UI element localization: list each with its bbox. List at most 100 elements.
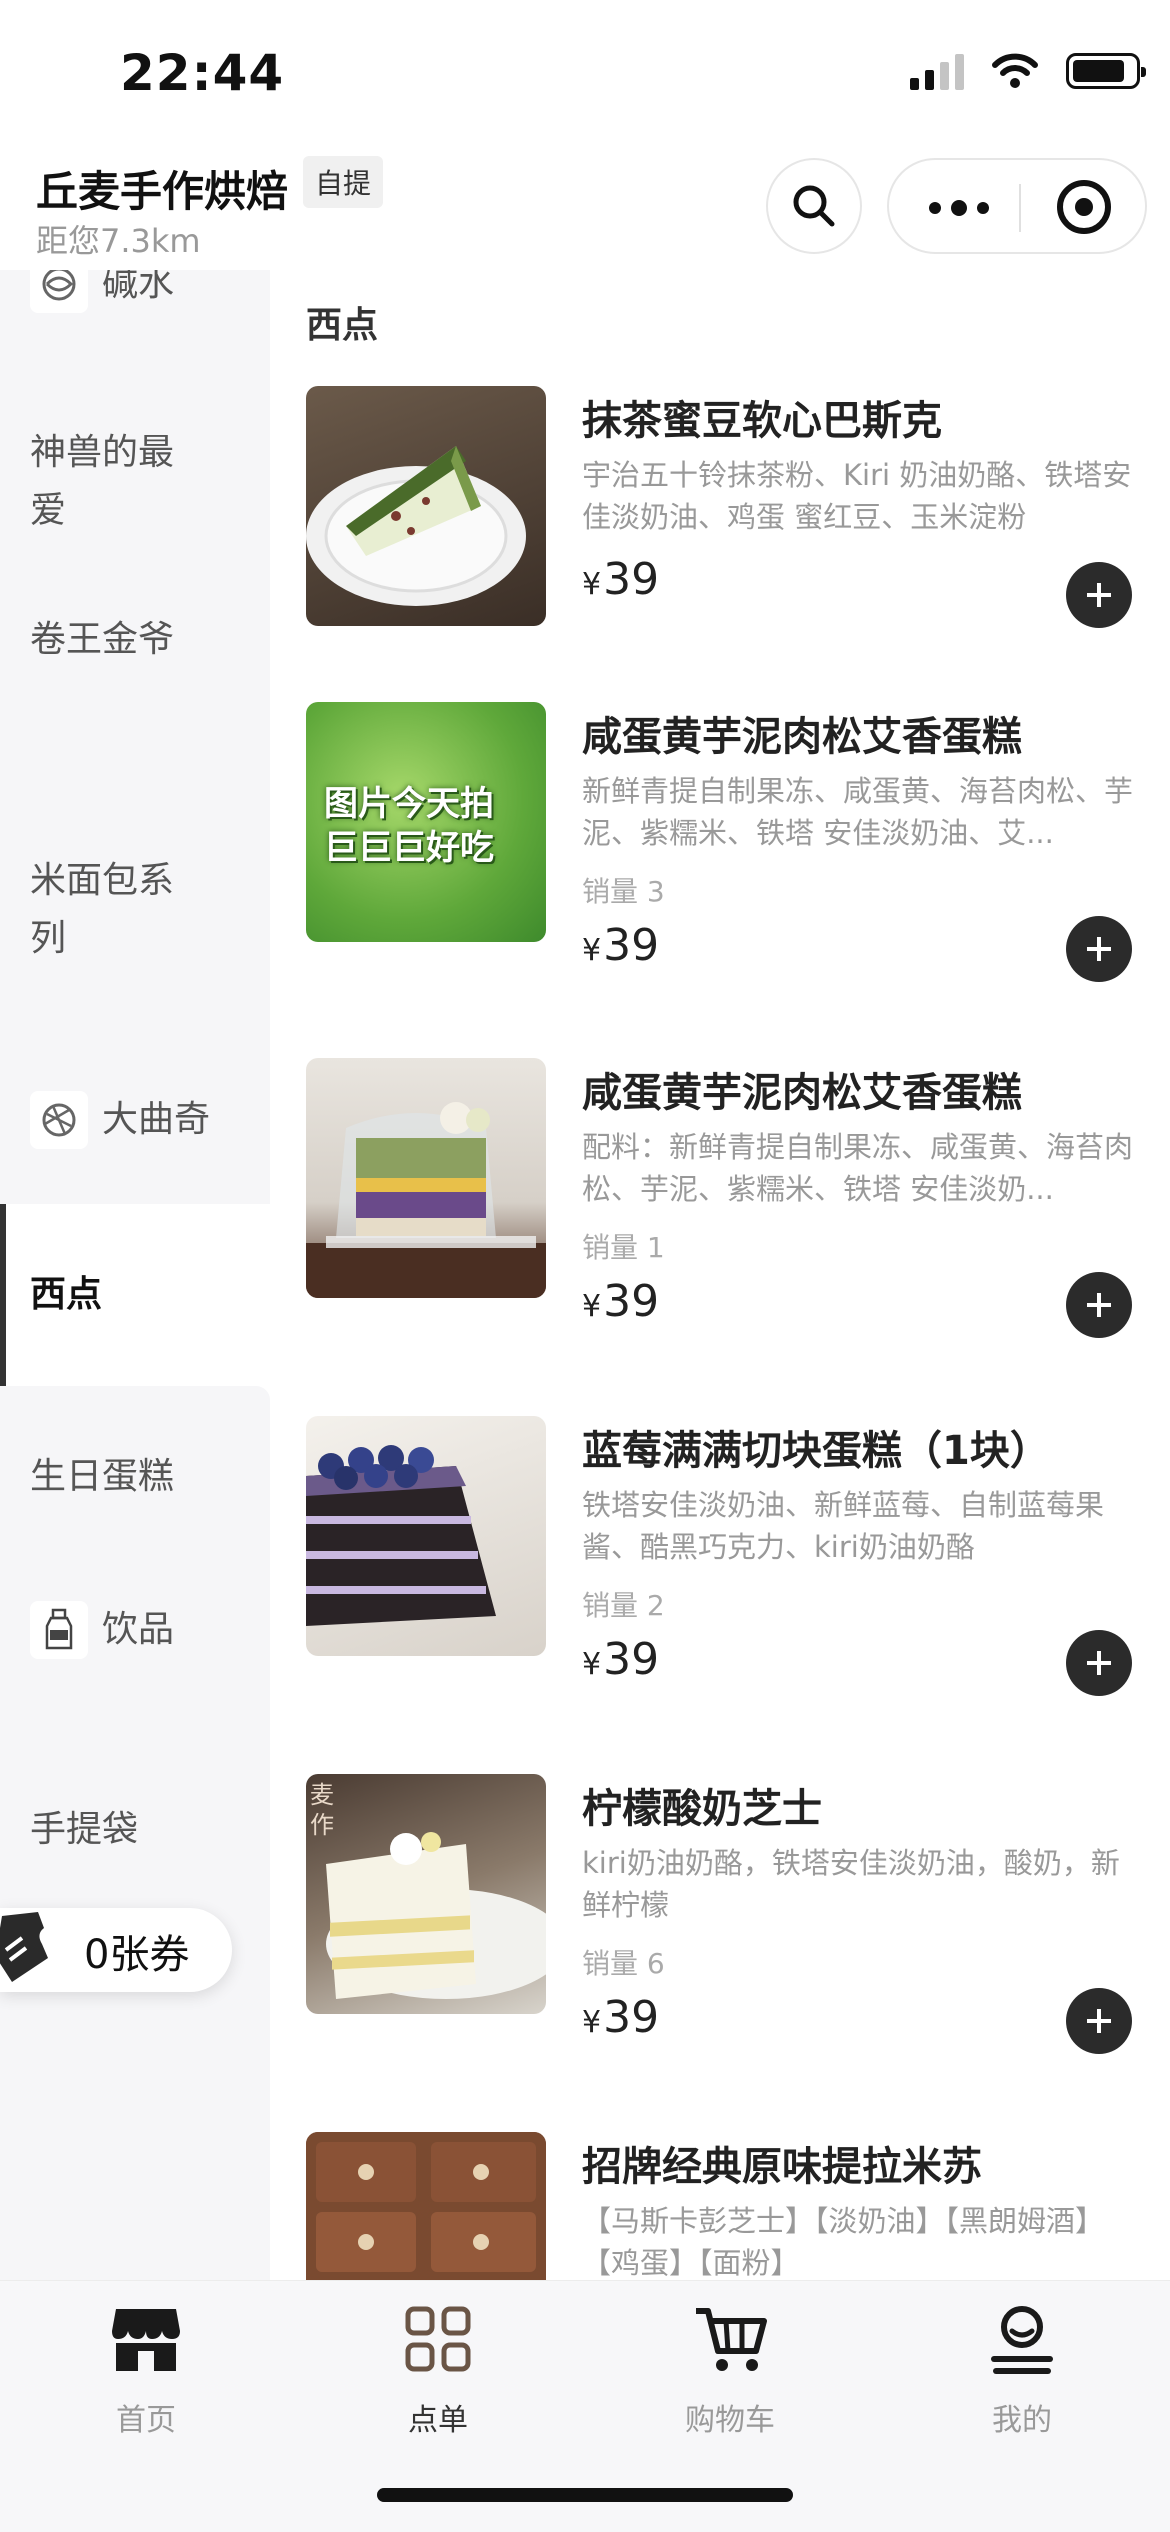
product-card[interactable]: 咸蛋黄芋泥肉松艾香蛋糕 配料：新鲜青提自制果冻、咸蛋黄、海苔肉松、芋泥、紫糯米、…	[306, 1058, 1146, 1358]
product-image-promo: 图片今天拍 巨巨巨好吃	[306, 702, 546, 942]
sidebar-item-label: 生日蛋糕	[30, 1456, 175, 1497]
product-name: 咸蛋黄芋泥肉松艾香蛋糕	[582, 714, 1022, 760]
product-list: 西点 抹茶蜜豆软心巴斯克 宇治五十铃抹茶粉、Kiri 奶油奶酪、铁塔安佳淡奶油、…	[270, 270, 1170, 2280]
product-price: ¥39	[582, 1276, 660, 1327]
tab-cart[interactable]: 购物车	[584, 2299, 876, 2439]
sidebar-item-bag[interactable]: 手提袋	[0, 1790, 270, 1870]
product-description: kiri奶油奶酪，铁塔安佳淡奶油，酸奶，新鲜柠檬	[582, 1846, 1120, 1922]
add-to-cart-button[interactable]	[1066, 1988, 1132, 2054]
product-card[interactable]: 蓝莓满满切块蛋糕（1块） 铁塔安佳淡奶油、新鲜蓝莓、自制蓝莓果酱、酷黑巧克力、k…	[306, 1416, 1146, 1716]
product-name: 招牌经典原味提拉米苏	[582, 2144, 982, 2190]
more-icon[interactable]	[929, 200, 989, 216]
product-image-lemon-cheese: 麦作	[306, 1774, 546, 2014]
coupon-button[interactable]: 0张券	[0, 1908, 232, 1992]
status-time: 22:44	[120, 44, 285, 102]
product-sales: 销量 2	[582, 1589, 665, 1622]
store-distance: 距您7.3km	[36, 222, 201, 260]
battery-level	[1073, 60, 1124, 82]
product-image-matcha-basque	[306, 386, 546, 626]
product-card[interactable]: 麦作 柠檬酸奶芝士 kiri奶油奶酪，铁塔安佳淡奶油，酸奶，新鲜柠檬 销量 6 …	[306, 1774, 1146, 2074]
product-price: ¥39	[582, 920, 660, 971]
sidebar-item-label: 饮品	[102, 1609, 175, 1650]
home-indicator	[377, 2488, 793, 2502]
image-caption: 图片今天拍 巨巨巨好吃	[324, 784, 494, 868]
add-to-cart-button[interactable]	[1066, 562, 1132, 628]
sidebar-item-label: 米面包系列	[30, 860, 175, 959]
coupon-count: 0张券	[84, 1932, 190, 1978]
plus-icon	[1087, 2009, 1111, 2033]
sidebar-item-label: 卷王金爷	[30, 619, 175, 660]
plus-icon	[1087, 1293, 1111, 1317]
product-description: 宇治五十铃抹茶粉、Kiri 奶油奶酪、铁塔安佳淡奶油、鸡蛋 蜜红豆、玉米淀粉	[582, 458, 1132, 534]
plus-icon	[1087, 937, 1111, 961]
section-title: 西点	[306, 305, 379, 346]
product-name: 蓝莓满满切块蛋糕（1块）	[582, 1428, 1050, 1474]
search-icon	[793, 185, 835, 227]
product-description: 配料：新鲜青提自制果冻、咸蛋黄、海苔肉松、芋泥、紫糯米、铁塔 安佳淡奶...	[582, 1130, 1134, 1206]
product-name: 柠檬酸奶芝士	[582, 1786, 822, 1832]
search-button[interactable]	[766, 158, 862, 254]
wifi-icon	[992, 53, 1038, 88]
product-image-salted-yolk-cake	[306, 1058, 546, 1298]
cookie-icon	[30, 1091, 88, 1149]
bottle-icon	[30, 1601, 88, 1659]
product-name: 抹茶蜜豆软心巴斯克	[582, 398, 942, 444]
product-card[interactable]: 图片今天拍 巨巨巨好吃 咸蛋黄芋泥肉松艾香蛋糕 新鲜青提自制果冻、咸蛋黄、海苔肉…	[306, 702, 1146, 1002]
add-to-cart-button[interactable]	[1066, 1272, 1132, 1338]
product-card[interactable]: 抹茶蜜豆软心巴斯克 宇治五十铃抹茶粉、Kiri 奶油奶酪、铁塔安佳淡奶油、鸡蛋 …	[306, 386, 1146, 686]
sidebar-item-roll[interactable]: 卷王金爷	[0, 600, 270, 680]
sidebar-item-label: 神兽的最爱	[30, 432, 175, 531]
product-sales: 销量 6	[582, 1947, 665, 1980]
store-header: 丘麦手作烘焙 自提 距您7.3km	[0, 150, 1170, 270]
product-price: ¥39	[582, 1992, 660, 2043]
sidebar-item-birthday-cake[interactable]: 生日蛋糕	[0, 1386, 270, 1568]
product-price: ¥39	[582, 1634, 660, 1685]
sidebar-item-drinks[interactable]: 饮品	[0, 1580, 270, 1680]
product-image-tiramisu	[306, 2132, 546, 2280]
tab-order[interactable]: 点单	[292, 2299, 584, 2439]
pickup-badge[interactable]: 自提	[303, 156, 384, 208]
sidebar-item-label: 大曲奇	[102, 1099, 211, 1140]
sidebar-item-western-pastry[interactable]: 西点	[0, 1204, 270, 1386]
sidebar-item-favorite[interactable]: 神兽的最爱	[0, 412, 270, 552]
plus-icon	[1087, 583, 1111, 607]
product-description: 新鲜青提自制果冻、咸蛋黄、海苔肉松、芋泥、紫糯米、铁塔 安佳淡奶油、艾...	[582, 774, 1134, 850]
cart-icon	[696, 2308, 767, 2371]
product-name: 咸蛋黄芋泥肉松艾香蛋糕	[582, 1070, 1022, 1116]
sidebar-item-pretzel[interactable]: 碱水	[0, 270, 270, 324]
product-description: 铁塔安佳淡奶油、新鲜蓝莓、自制蓝莓果酱、酷黑巧克力、kiri奶油奶酪	[582, 1488, 1105, 1564]
tab-label: 首页	[116, 2403, 176, 2438]
tab-profile[interactable]: 我的	[876, 2299, 1168, 2439]
product-sales: 销量 3	[582, 875, 665, 908]
status-icons	[910, 52, 1146, 90]
tab-home[interactable]: 首页	[0, 2299, 292, 2439]
signal-icon	[910, 52, 964, 90]
add-to-cart-button[interactable]	[1066, 1630, 1132, 1696]
image-watermark: 麦作	[310, 1781, 334, 1839]
product-card[interactable]: 招牌经典原味提拉米苏 【马斯卡彭芝士】【淡奶油】【黑朗姆酒】【鸡蛋】【面粉】	[306, 2132, 1146, 2280]
product-image-blueberry-cake	[306, 1416, 546, 1656]
user-icon	[991, 2306, 1053, 2374]
plus-icon	[1087, 1651, 1111, 1675]
sidebar-item-label: 手提袋	[30, 1809, 139, 1850]
store-icon	[112, 2309, 180, 2371]
grid-icon	[405, 2306, 471, 2372]
product-price: ¥39	[582, 554, 660, 605]
target-icon[interactable]	[1057, 180, 1111, 234]
sidebar-item-label: 碱水	[102, 270, 175, 304]
add-to-cart-button[interactable]	[1066, 916, 1132, 982]
product-sales: 销量 1	[582, 1231, 665, 1264]
sidebar-item-rice-bread[interactable]: 米面包系列	[0, 840, 270, 980]
tab-label: 我的	[992, 2403, 1052, 2438]
tab-label: 点单	[408, 2403, 468, 2438]
battery-icon	[1066, 53, 1146, 89]
status-bar: 22:44	[0, 0, 1170, 150]
pretzel-icon	[30, 270, 88, 313]
sidebar-item-label: 西点	[30, 1274, 103, 1315]
sidebar-item-cookie[interactable]: 大曲奇	[0, 1070, 270, 1170]
mini-program-capsule	[887, 158, 1147, 254]
store-name: 丘麦手作烘焙	[36, 167, 289, 216]
tab-label: 购物车	[685, 2403, 775, 2438]
ticket-icon	[0, 1912, 48, 1982]
product-description: 【马斯卡彭芝士】【淡奶油】【黑朗姆酒】【鸡蛋】【面粉】	[582, 2204, 1105, 2280]
